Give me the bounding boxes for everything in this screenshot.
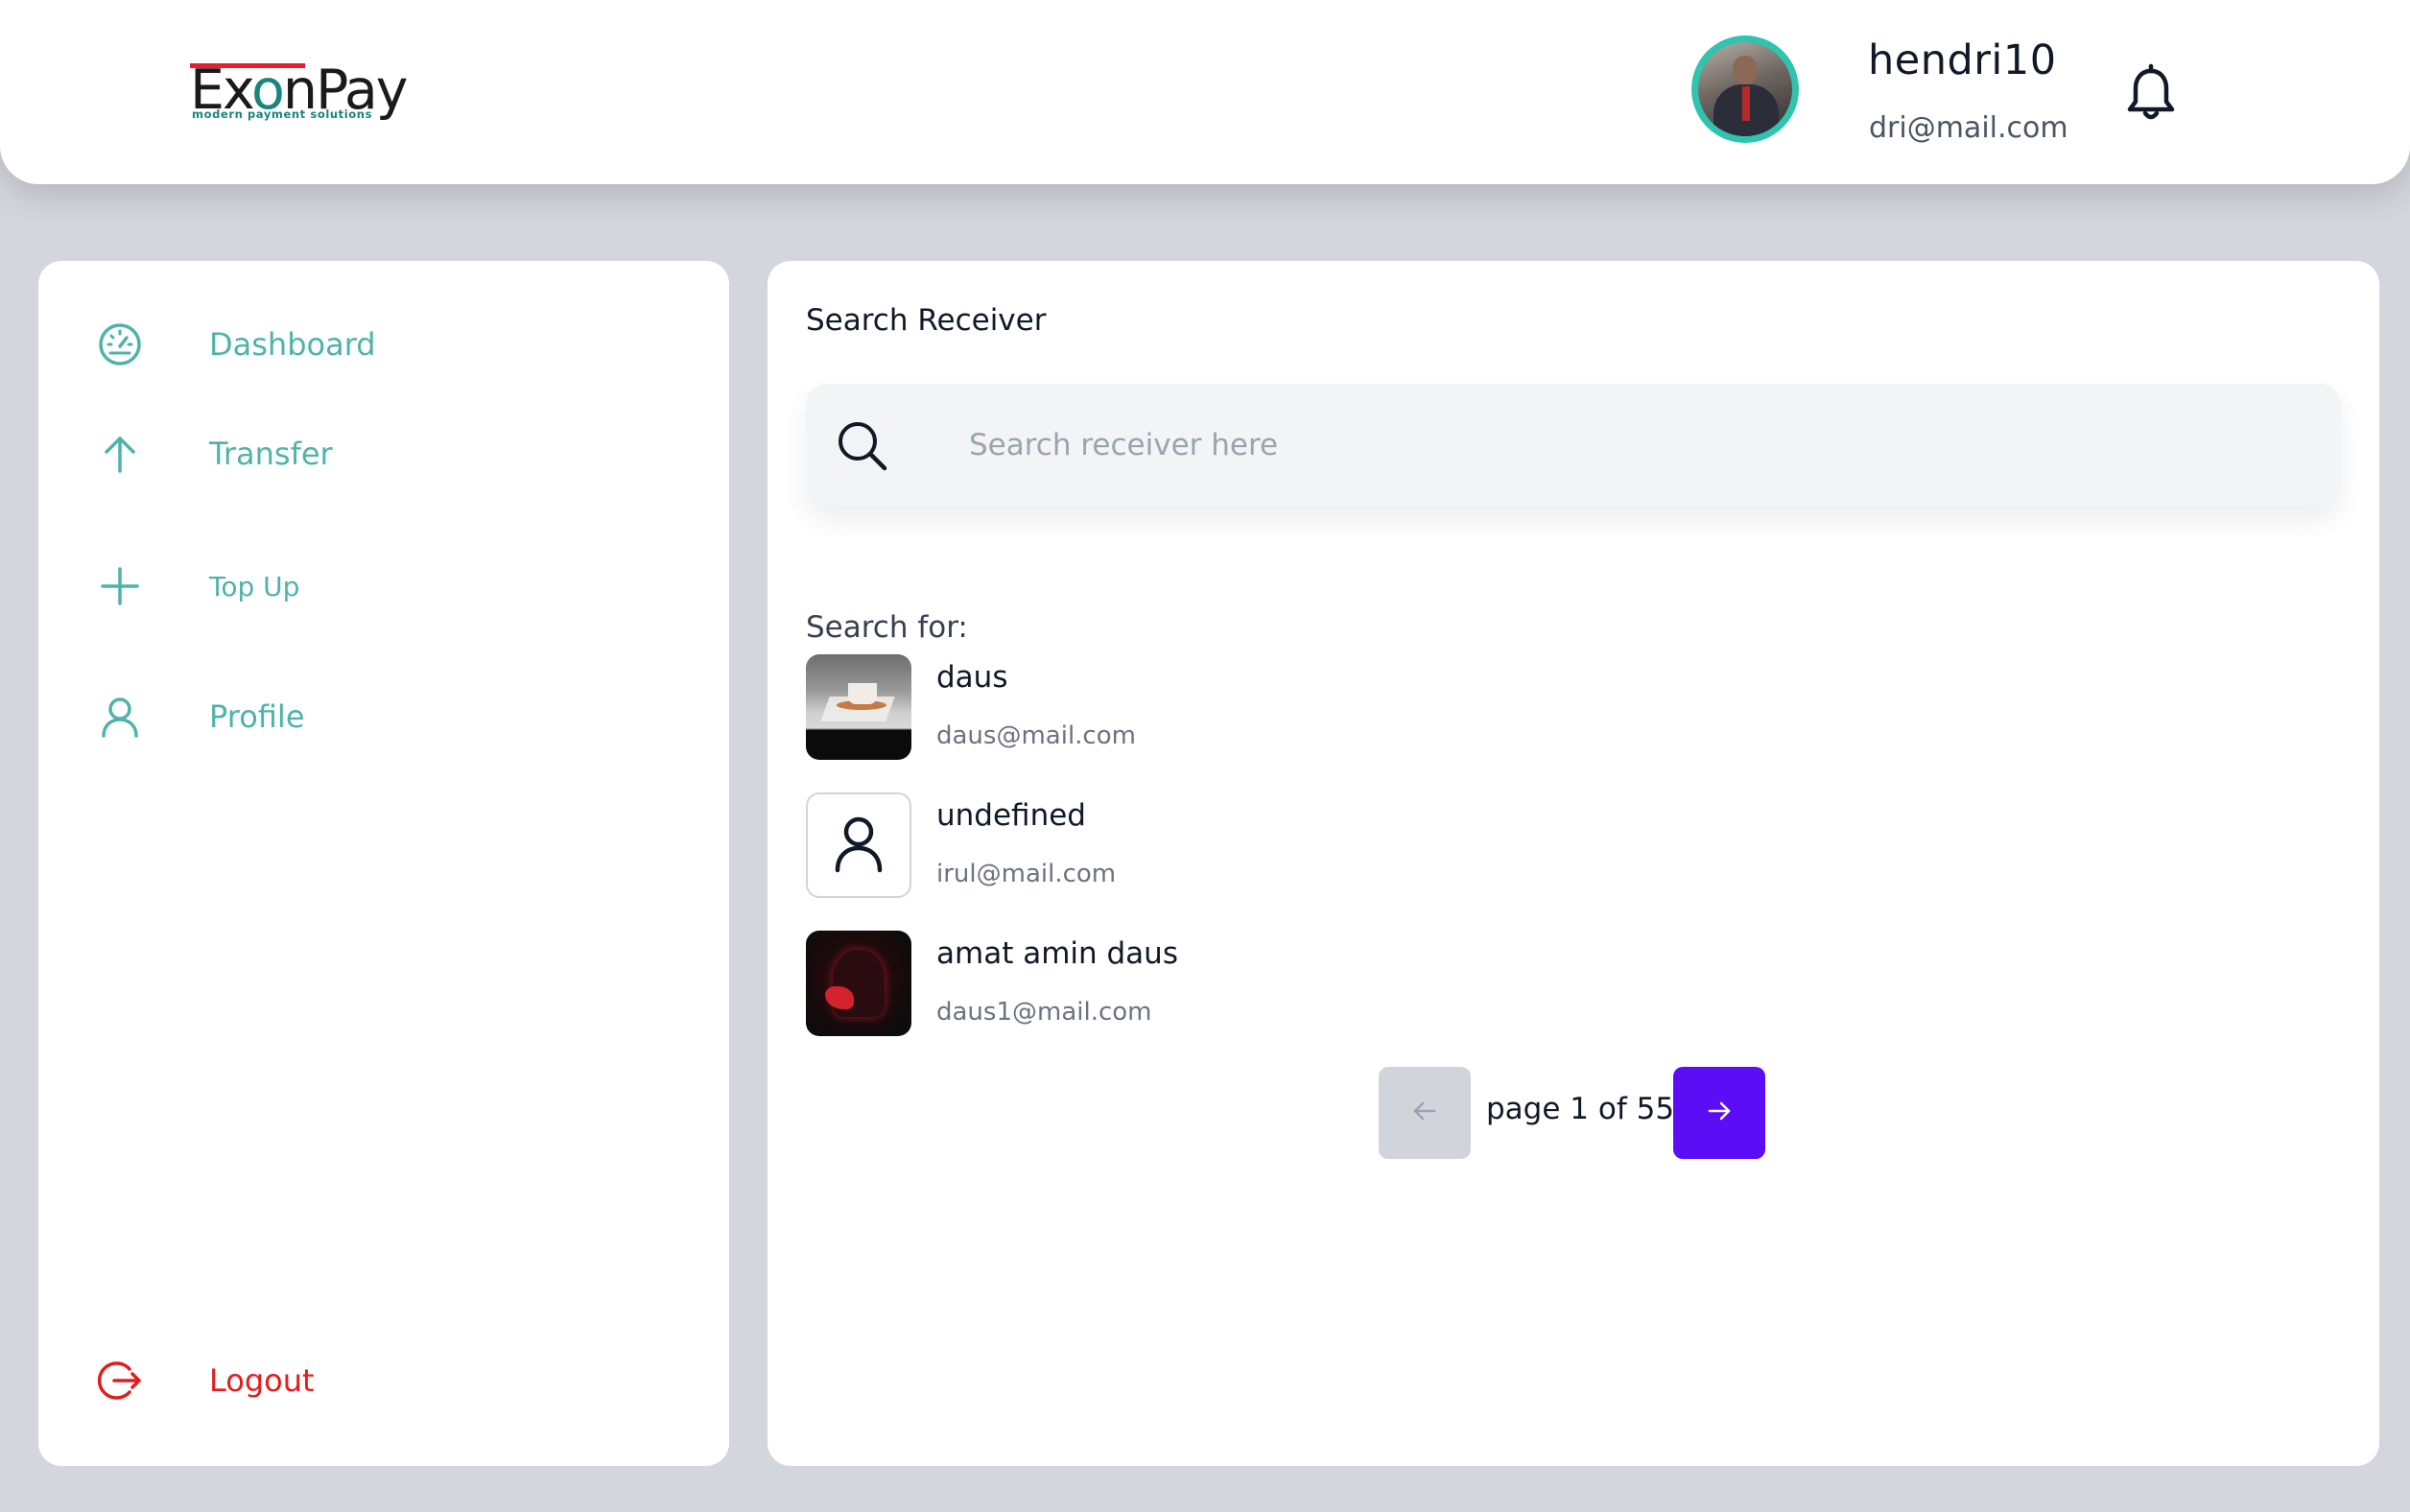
page-indicator: page 1 of 55 [1486,1092,1675,1126]
logout-icon [96,1357,144,1405]
receiver-avatar [806,931,911,1036]
sidebar-item-label: Transfer [209,436,333,472]
user-email: dri@mail.com [1869,111,2068,145]
exonpay-logo[interactable]: ExonPay modern payment solutions [190,58,408,125]
sidebar-item-profile[interactable]: Profile [96,693,305,741]
user-icon [96,693,144,741]
speedometer-icon [96,320,144,368]
search-bar [806,384,2341,507]
sidebar-item-label: Logout [209,1362,315,1399]
arrow-up-icon [96,430,144,478]
user-avatar-photo [1698,42,1792,136]
page-title: Search Receiver [806,303,1047,338]
receiver-name: undefined [936,798,1086,833]
sidebar-item-top-up[interactable]: Top Up [96,562,299,610]
receiver-email: daus@mail.com [936,721,1136,750]
receiver-list-item[interactable]: daus daus@mail.com [806,654,1573,760]
sidebar-item-label: Dashboard [209,326,376,363]
user-icon [830,813,887,878]
sidebar-item-label: Top Up [209,570,300,602]
sidebar-item-dashboard[interactable]: Dashboard [96,320,376,368]
user-avatar[interactable] [1691,35,1799,143]
next-page-button[interactable] [1673,1067,1765,1159]
search-icon[interactable] [835,418,890,474]
receiver-avatar [806,654,911,760]
receiver-list-item[interactable]: undefined irul@mail.com [806,792,1573,898]
top-header: ExonPay modern payment solutions hendri1… [0,0,2410,184]
search-for-label: Search for: [806,610,968,645]
receiver-avatar-placeholder [806,792,911,898]
arrow-right-icon [1706,1098,1733,1128]
receiver-name: daus [936,660,1008,695]
notification-bell-icon[interactable] [2122,63,2180,125]
logo-tagline: modern payment solutions [192,107,373,121]
receiver-list-item[interactable]: amat amin daus daus1@mail.com [806,931,1573,1036]
previous-page-button[interactable] [1379,1067,1471,1159]
receiver-name: amat amin daus [936,936,1178,971]
search-input[interactable] [969,413,2293,478]
sidebar-item-label: Profile [209,698,305,735]
receiver-email: irul@mail.com [936,860,1117,888]
arrow-left-icon [1411,1098,1438,1128]
user-name: hendri10 [1868,36,2057,84]
main-panel: Search Receiver Search for: daus daus@ma… [768,261,2379,1466]
plus-icon [96,562,144,610]
sidebar: Dashboard Transfer Top Up Profile Logout [38,261,729,1466]
receiver-email: daus1@mail.com [936,998,1152,1027]
sidebar-item-logout[interactable]: Logout [96,1357,315,1405]
sidebar-item-transfer[interactable]: Transfer [96,430,333,478]
pagination: page 1 of 55 [1379,1067,1782,1159]
